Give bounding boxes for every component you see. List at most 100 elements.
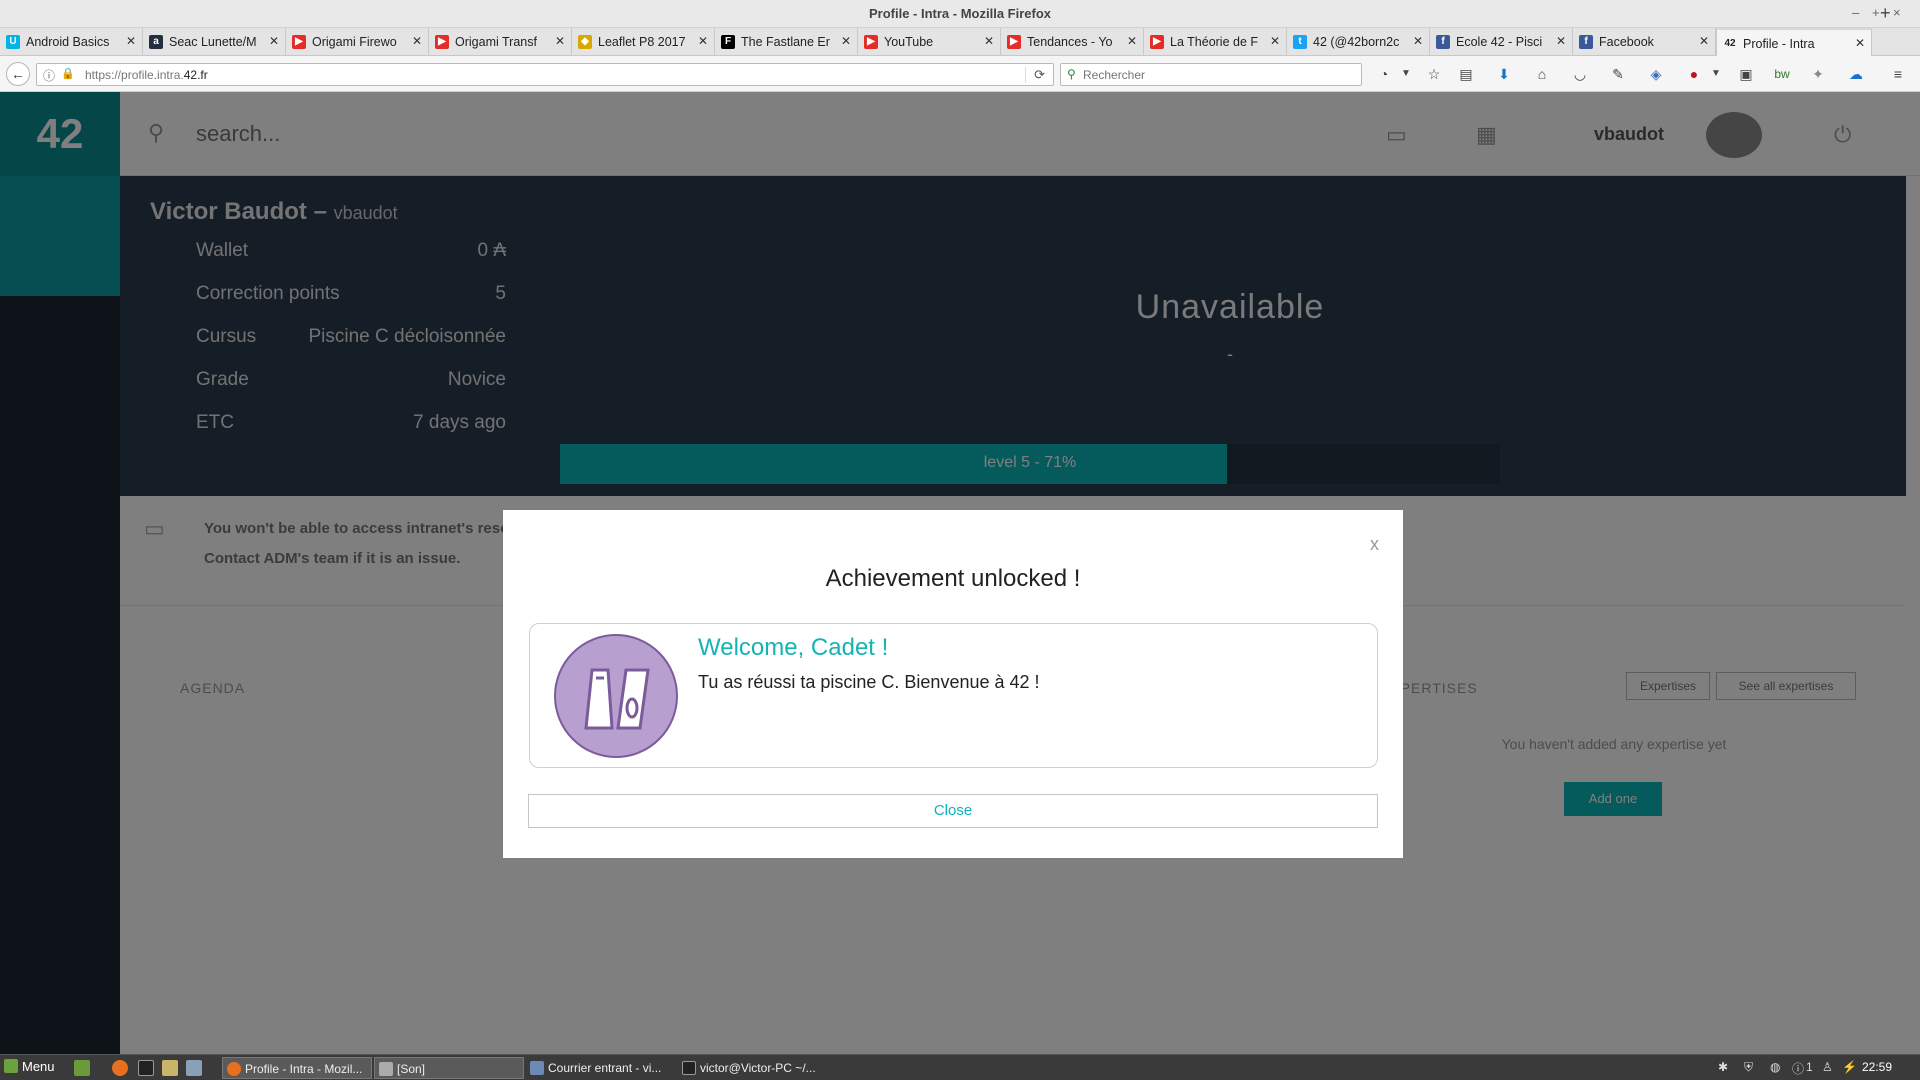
close-button[interactable]: Close	[528, 794, 1378, 828]
modal-title: Achievement unlocked !	[825, 565, 1081, 592]
network-tray-icon[interactable]: ✱	[1718, 1060, 1728, 1074]
bw-extension-icon[interactable]: bw	[1772, 65, 1792, 83]
window-title: Profile - Intra - Mozilla Firefox	[868, 6, 1052, 21]
youtube-icon: ▶	[435, 35, 449, 49]
close-window-button[interactable]: ×	[1893, 5, 1901, 20]
extension-icon[interactable]: ✎	[1608, 65, 1628, 83]
update-tray-icon[interactable]: ⓘ	[1792, 1060, 1804, 1077]
navigation-bar: ← ⓘ 🔒 https://profile.intra.42.fr ⟳ ⚲ ◔ …	[0, 56, 1920, 92]
tab-label: Origami Transf	[455, 35, 537, 49]
info-icon[interactable]: ⓘ	[43, 67, 55, 84]
firefox-icon[interactable]	[112, 1060, 128, 1076]
tab-close-icon[interactable]: ✕	[984, 34, 994, 48]
cloud-icon[interactable]: ☁	[1846, 65, 1866, 83]
tab-11[interactable]: f Facebook ✕	[1573, 28, 1716, 56]
tab-9[interactable]: t 42 (@42born2c ✕	[1287, 28, 1430, 56]
terminal-icon[interactable]	[138, 1060, 154, 1076]
browser-search-input[interactable]	[1083, 66, 1353, 84]
update-count: 1	[1806, 1060, 1813, 1074]
new-tab-button[interactable]: +	[1880, 3, 1891, 24]
taskbar: Menu Profile - Intra - Mozil... [Son] Co…	[0, 1054, 1920, 1080]
back-button[interactable]: ←	[6, 62, 30, 86]
user-tray-icon[interactable]: ♙	[1822, 1060, 1833, 1074]
tab-8[interactable]: ▶ La Théorie de F ✕	[1144, 28, 1287, 56]
task-mail[interactable]: Courrier entrant - vi...	[526, 1057, 676, 1079]
lock-icon: 🔒	[61, 68, 75, 80]
puzzle-icon[interactable]: ✦	[1808, 65, 1828, 83]
tab-close-icon[interactable]: ✕	[269, 34, 279, 48]
screenshot-icon[interactable]: ◔	[1374, 65, 1394, 83]
diamond-extension-icon[interactable]: ◈	[1646, 65, 1666, 83]
tab-close-icon[interactable]: ✕	[1270, 34, 1280, 48]
tab-close-icon[interactable]: ✕	[698, 34, 708, 48]
reading-list-icon[interactable]: ▤	[1456, 65, 1476, 83]
tab-close-icon[interactable]: ✕	[1699, 34, 1709, 48]
tab-7[interactable]: ▶ Tendances - Yo ✕	[1001, 28, 1144, 56]
power-tray-icon[interactable]: ⚡	[1842, 1060, 1857, 1074]
tab-close-icon[interactable]: ✕	[412, 34, 422, 48]
hamburger-menu-icon[interactable]: ≡	[1888, 65, 1908, 83]
tab-close-icon[interactable]: ✕	[126, 34, 136, 48]
home-icon[interactable]: ⌂	[1532, 65, 1552, 83]
bookmark-star-icon[interactable]: ☆	[1424, 65, 1444, 83]
youtube-icon: ▶	[292, 35, 306, 49]
tab-4[interactable]: ◆ Leaflet P8 2017 ✕	[572, 28, 715, 56]
youtube-icon: ▶	[1150, 35, 1164, 49]
achievement-title: Welcome, Cadet !	[698, 634, 889, 661]
tab-6[interactable]: ▶ YouTube ✕	[858, 28, 1001, 56]
tab-label: La Théorie de F	[1170, 35, 1259, 49]
tab-close-icon[interactable]: ✕	[1556, 34, 1566, 48]
tab-10[interactable]: f Ecole 42 - Pisci ✕	[1430, 28, 1573, 56]
task-terminal[interactable]: victor@Victor-PC ~/...	[678, 1057, 828, 1079]
tab-label: Android Basics	[26, 35, 110, 49]
youtube-icon: ▶	[1007, 35, 1021, 49]
tab-label: Ecole 42 - Pisci	[1456, 35, 1543, 49]
tab-close-icon[interactable]: ✕	[841, 34, 851, 48]
tab-close-icon[interactable]: ✕	[555, 34, 565, 48]
mail-task-icon	[530, 1061, 544, 1075]
url-bar[interactable]: ⓘ 🔒 https://profile.intra.42.fr ⟳	[36, 63, 1054, 86]
tab-5[interactable]: F The Fastlane Er ✕	[715, 28, 858, 56]
pocket-icon[interactable]: ◡	[1570, 65, 1590, 83]
tab-12[interactable]: 42 Profile - Intra ✕	[1716, 28, 1872, 56]
tab-label: YouTube	[884, 35, 934, 49]
tab-close-icon[interactable]: ✕	[1413, 34, 1423, 48]
desktop-icon[interactable]	[74, 1060, 90, 1076]
task-sound[interactable]: [Son]	[374, 1057, 524, 1079]
shield-tray-icon[interactable]: ⛨	[1744, 1060, 1753, 1075]
chevron-down-icon-2[interactable]: ▼	[1706, 65, 1726, 83]
volume-tray-icon[interactable]: ◍	[1770, 1060, 1780, 1074]
chevron-down-icon[interactable]: ▼	[1396, 65, 1416, 83]
url-text[interactable]: https://profile.intra.42.fr	[85, 68, 208, 82]
folder-icon[interactable]	[162, 1060, 178, 1076]
facebook-icon: f	[1436, 35, 1450, 49]
fastlane-icon: F	[721, 35, 735, 49]
tab-3[interactable]: ▶ Origami Transf ✕	[429, 28, 572, 56]
tab-1[interactable]: a Seac Lunette/M ✕	[143, 28, 286, 56]
modal-overlay[interactable]: x Achievement unlocked ! Welcome, Cadet …	[0, 92, 1920, 1054]
tab-2[interactable]: ▶ Origami Firewo ✕	[286, 28, 429, 56]
minimize-button[interactable]: –	[1852, 5, 1859, 20]
tab-close-icon[interactable]: ✕	[1855, 36, 1865, 50]
clock[interactable]: 22:59	[1862, 1060, 1892, 1074]
mint-menu-icon	[4, 1059, 18, 1073]
browser-search-bar[interactable]: ⚲	[1060, 63, 1362, 86]
udacity-icon: U	[6, 35, 20, 49]
adblock-icon[interactable]: ●	[1684, 65, 1704, 83]
firefox-task-icon	[227, 1062, 241, 1076]
achievement-modal: x Achievement unlocked ! Welcome, Cadet …	[503, 510, 1403, 858]
sidebar-icon[interactable]: ▣	[1736, 65, 1756, 83]
twitter-icon: t	[1293, 35, 1307, 49]
search-engine-icon[interactable]: ⚲	[1067, 67, 1076, 81]
reload-icon[interactable]: ⟳	[1025, 67, 1045, 83]
web-page: 42 ⚲ ▭ ▦ vbaudot ⏻ Victor Baudot – vbaud…	[0, 92, 1920, 1054]
download-icon[interactable]: ⬇	[1494, 65, 1514, 83]
task-firefox[interactable]: Profile - Intra - Mozil...	[222, 1057, 372, 1079]
settings-app-icon[interactable]	[186, 1060, 202, 1076]
tab-0[interactable]: U Android Basics ✕	[0, 28, 143, 56]
modal-close-icon[interactable]: x	[1370, 534, 1379, 555]
42-icon: 42	[1724, 38, 1736, 49]
start-menu-button[interactable]: Menu	[4, 1059, 55, 1074]
tab-close-icon[interactable]: ✕	[1127, 34, 1137, 48]
maximize-button[interactable]: +	[1872, 5, 1880, 20]
